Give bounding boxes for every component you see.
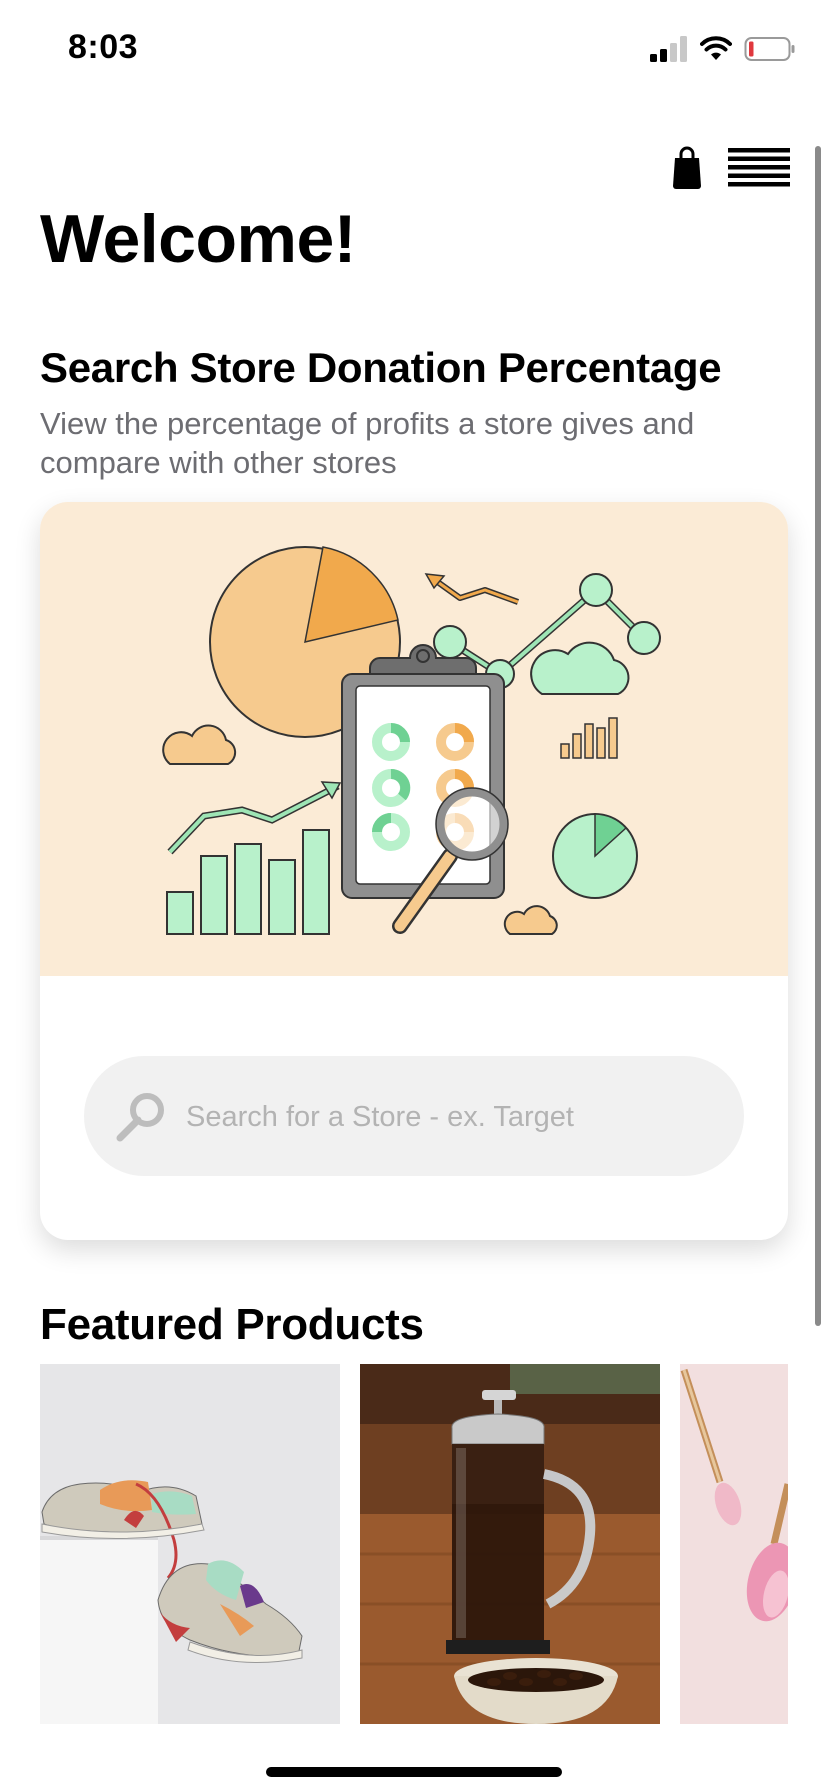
- analytics-illustration-art: [162, 546, 661, 935]
- status-time: 8:03: [68, 28, 139, 66]
- makeup-brushes-image: [680, 1364, 788, 1724]
- search-section-subtitle: View the percentage of profits a store g…: [40, 406, 695, 480]
- home-indicator[interactable]: [266, 1767, 562, 1777]
- shopping-bag-icon[interactable]: [672, 146, 702, 190]
- sneakers-image: [40, 1364, 340, 1724]
- analytics-illustration: [40, 502, 788, 976]
- store-search-card: [40, 502, 788, 1240]
- product-card-sneakers[interactable]: [40, 1364, 340, 1724]
- scrollbar[interactable]: [815, 146, 821, 1326]
- battery-icon: [744, 37, 795, 61]
- menu-icon[interactable]: [728, 148, 790, 188]
- featured-products-carousel[interactable]: [40, 1364, 788, 1724]
- top-nav-icons: [672, 146, 790, 190]
- store-search-input[interactable]: [184, 1056, 728, 1178]
- search-section-heading: Search Store Donation Percentage: [40, 344, 722, 391]
- featured-products-heading: Featured Products: [40, 1300, 424, 1349]
- product-card-makeup-brushes[interactable]: [680, 1364, 788, 1724]
- welcome-title: Welcome!: [40, 201, 356, 277]
- cellular-signal-icon: [650, 36, 687, 62]
- search-icon: [116, 1093, 164, 1142]
- product-card-french-press[interactable]: [360, 1364, 660, 1724]
- french-press-image: [360, 1364, 660, 1724]
- wifi-icon: [700, 36, 732, 60]
- status-bar: 8:03: [0, 0, 828, 100]
- store-search-bar[interactable]: [84, 1056, 744, 1178]
- status-indicators: [650, 34, 796, 64]
